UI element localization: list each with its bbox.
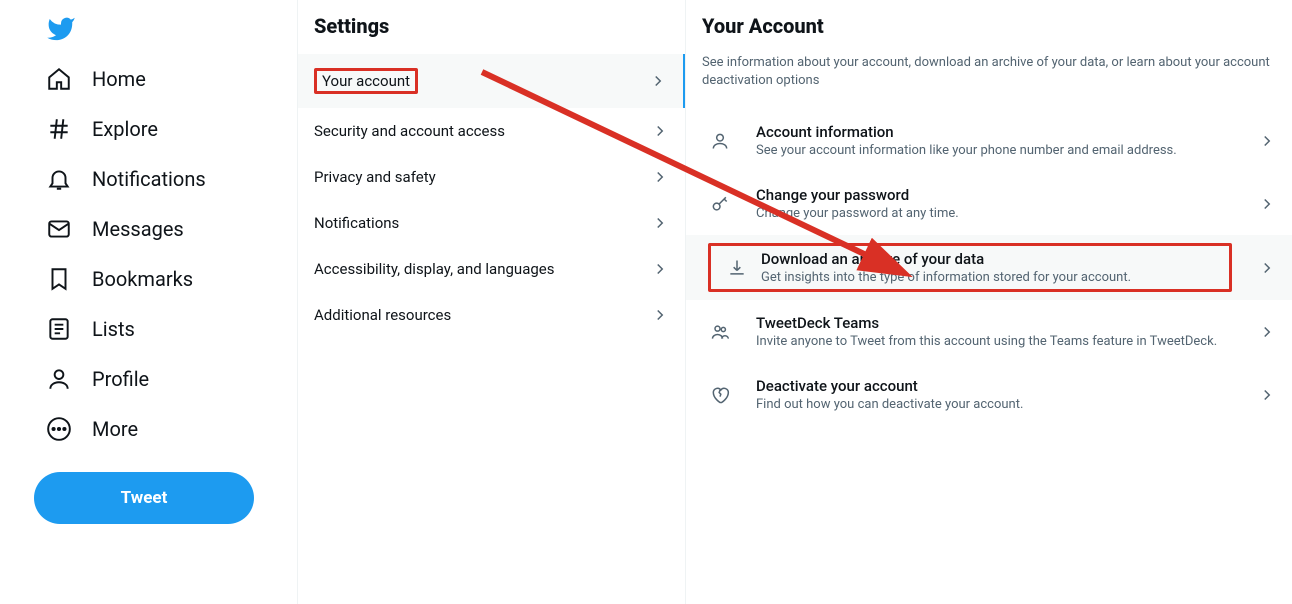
detail-subtitle: See your account information like your p… <box>756 143 1240 158</box>
settings-item-privacy[interactable]: Privacy and safety <box>298 154 685 200</box>
detail-subtitle: Invite anyone to Tweet from this account… <box>756 334 1240 349</box>
nav-profile[interactable]: Profile <box>34 354 161 404</box>
settings-column: Settings Your account Security and accou… <box>298 0 686 604</box>
bookmark-icon <box>46 266 72 292</box>
nav-label: Profile <box>92 367 149 391</box>
more-icon <box>46 416 72 442</box>
people-icon <box>710 322 730 342</box>
chevron-right-icon <box>649 72 667 90</box>
chevron-right-icon <box>651 306 669 324</box>
nav-label: Bookmarks <box>92 267 193 291</box>
detail-title: Account information <box>756 123 1240 141</box>
person-icon <box>46 366 72 392</box>
detail-subtitle: Find out how you can deactivate your acc… <box>756 397 1240 412</box>
settings-label: Accessibility, display, and languages <box>314 260 554 278</box>
chevron-right-icon <box>1258 259 1276 277</box>
detail-download-archive[interactable]: Download an archive of your data Get ins… <box>686 235 1292 300</box>
heartbreak-icon <box>710 385 730 405</box>
detail-title: TweetDeck Teams <box>756 314 1240 332</box>
chevron-right-icon <box>651 214 669 232</box>
nav-label: Home <box>92 67 146 91</box>
settings-label: Additional resources <box>314 306 451 324</box>
settings-item-your-account[interactable]: Your account <box>298 54 685 108</box>
person-icon <box>710 131 730 151</box>
detail-title: Deactivate your account <box>756 377 1240 395</box>
chevron-right-icon <box>651 122 669 140</box>
account-column: Your Account See information about your … <box>686 0 1292 604</box>
envelope-icon <box>46 216 72 242</box>
detail-tweetdeck-teams[interactable]: TweetDeck Teams Invite anyone to Tweet f… <box>686 300 1292 363</box>
settings-label: Security and account access <box>314 122 505 140</box>
list-icon <box>46 316 72 342</box>
bell-icon <box>46 166 72 192</box>
nav-bookmarks[interactable]: Bookmarks <box>34 254 205 304</box>
detail-title: Change your password <box>756 186 1240 204</box>
left-sidebar: Home Explore Notifications Messages Book… <box>0 0 298 604</box>
settings-label: Privacy and safety <box>314 168 436 186</box>
detail-title: Download an archive of your data <box>761 250 1227 268</box>
settings-label: Your account <box>314 68 418 94</box>
chevron-right-icon <box>1258 132 1276 150</box>
hashtag-icon <box>46 116 72 142</box>
detail-change-password[interactable]: Change your password Change your passwor… <box>686 172 1292 235</box>
detail-deactivate[interactable]: Deactivate your account Find out how you… <box>686 363 1292 426</box>
twitter-logo-icon[interactable] <box>46 14 76 44</box>
chevron-right-icon <box>1258 386 1276 404</box>
nav-lists[interactable]: Lists <box>34 304 147 354</box>
nav-label: More <box>92 417 138 441</box>
nav-more[interactable]: More <box>34 404 150 454</box>
detail-subtitle: Change your password at any time. <box>756 206 1240 221</box>
settings-item-additional[interactable]: Additional resources <box>298 292 685 338</box>
settings-item-accessibility[interactable]: Accessibility, display, and languages <box>298 246 685 292</box>
tweet-button[interactable]: Tweet <box>34 472 254 524</box>
chevron-right-icon <box>651 168 669 186</box>
nav-label: Lists <box>92 317 135 341</box>
chevron-right-icon <box>651 260 669 278</box>
detail-account-info[interactable]: Account information See your account inf… <box>686 109 1292 172</box>
nav-home[interactable]: Home <box>34 54 158 104</box>
chevron-right-icon <box>1258 195 1276 213</box>
settings-item-notifications[interactable]: Notifications <box>298 200 685 246</box>
nav-explore[interactable]: Explore <box>34 104 170 154</box>
settings-label: Notifications <box>314 214 399 232</box>
account-description: See information about your account, down… <box>686 54 1292 109</box>
settings-title: Settings <box>298 0 685 54</box>
nav-label: Explore <box>92 117 158 141</box>
detail-subtitle: Get insights into the type of informatio… <box>761 270 1227 285</box>
nav-label: Notifications <box>92 167 206 191</box>
nav-messages[interactable]: Messages <box>34 204 196 254</box>
nav-label: Messages <box>92 217 184 241</box>
download-icon <box>727 258 747 278</box>
nav-notifications[interactable]: Notifications <box>34 154 218 204</box>
chevron-right-icon <box>1258 323 1276 341</box>
home-icon <box>46 66 72 92</box>
account-title: Your Account <box>686 0 1292 54</box>
settings-item-security[interactable]: Security and account access <box>298 108 685 154</box>
key-icon <box>710 194 730 214</box>
